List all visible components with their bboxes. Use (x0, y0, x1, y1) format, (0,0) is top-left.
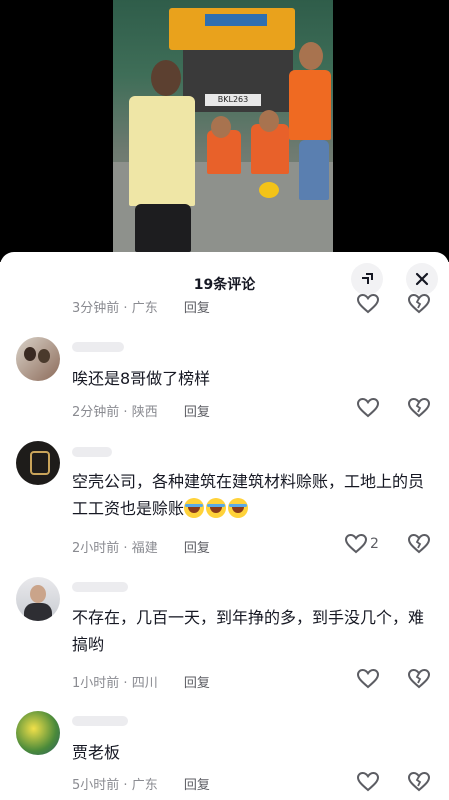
like-button[interactable] (357, 397, 379, 419)
heart-icon (357, 398, 379, 418)
worker-orange-vest (289, 70, 331, 140)
reply-button[interactable]: 回复 (184, 676, 210, 691)
comment-time: 2小时前 (72, 541, 120, 556)
comment-text: 贾老板 (72, 743, 121, 762)
license-plate: BKL263 (205, 94, 261, 106)
comment-text: 空壳公司，各种建筑在建筑材料赊账，工地上的员工工资也是赊账 (72, 468, 427, 522)
laughing-crying-emoji-icon (206, 498, 227, 518)
comment-location: 广东 (131, 301, 158, 316)
comment-time: 3分钟前 (72, 301, 120, 316)
comment-text: 不存在，几百一天，到年挣的多，到手没几个，难搞哟 (72, 608, 425, 654)
dislike-button[interactable] (408, 293, 430, 315)
comment-meta: 2小时前 · 福建 回复 (72, 541, 210, 556)
comment-time: 2分钟前 (72, 405, 120, 420)
reply-button[interactable]: 回复 (184, 778, 210, 793)
laughing-emoji-group (184, 498, 250, 518)
username-blurred[interactable] (72, 342, 124, 352)
heart-icon (357, 294, 379, 314)
dislike-button[interactable] (408, 533, 430, 555)
worker-yellow-shirt (129, 96, 195, 206)
comment-meta: 5小时前 · 广东 回复 (72, 778, 210, 793)
worker-head (259, 110, 279, 132)
comment-meta: 2分钟前 · 陕西 回复 (72, 405, 210, 420)
comment-location: 陕西 (131, 405, 158, 420)
like-button[interactable] (357, 293, 379, 315)
worker-head (211, 116, 231, 138)
comment-text: 唉还是8哥做了榜样 (72, 369, 211, 388)
avatar[interactable] (16, 711, 60, 755)
comment-location: 广东 (131, 778, 158, 793)
dislike-button[interactable] (408, 668, 430, 690)
crane-body (169, 8, 295, 50)
laughing-crying-emoji-icon (228, 498, 249, 518)
avatar[interactable] (16, 441, 60, 485)
hard-hat (259, 182, 279, 198)
dislike-button[interactable] (408, 397, 430, 419)
heart-icon (357, 669, 379, 689)
broken-heart-icon (408, 669, 430, 689)
dislike-button[interactable] (408, 771, 430, 793)
avatar[interactable] (16, 337, 60, 381)
reply-button[interactable]: 回复 (184, 541, 210, 556)
broken-heart-icon (408, 294, 430, 314)
broken-heart-icon (408, 534, 430, 554)
worker-head (299, 42, 323, 70)
comment-time: 1小时前 (72, 676, 120, 691)
like-button[interactable] (357, 668, 379, 690)
like-count: 2 (370, 536, 379, 552)
username-blurred[interactable] (72, 716, 128, 726)
like-button[interactable]: 2 (345, 533, 379, 555)
username-blurred[interactable] (72, 447, 112, 457)
worker-pants (135, 204, 191, 252)
comment-location: 福建 (131, 541, 158, 556)
heart-icon (357, 772, 379, 792)
worker-head (151, 60, 181, 96)
heart-icon (345, 534, 367, 554)
reply-button[interactable]: 回复 (184, 301, 210, 316)
reply-button[interactable]: 回复 (184, 405, 210, 420)
worker-jeans (299, 140, 329, 200)
collapse-button[interactable] (351, 263, 383, 295)
username-blurred[interactable] (72, 582, 128, 592)
laughing-crying-emoji-icon (184, 498, 205, 518)
comment-location: 四川 (131, 676, 158, 691)
comment-meta: 1小时前 · 四川 回复 (72, 676, 210, 691)
comment-sheet (0, 252, 449, 800)
truck-rear: BKL263 (183, 50, 293, 112)
broken-heart-icon (408, 398, 430, 418)
collapse-icon (362, 273, 373, 284)
close-icon (415, 272, 429, 286)
video-frame: BKL263 (113, 0, 333, 252)
comment-time: 5小时前 (72, 778, 120, 793)
broken-heart-icon (408, 772, 430, 792)
crane-sign (205, 14, 267, 26)
video-player[interactable]: BKL263 (0, 0, 449, 262)
avatar[interactable] (16, 577, 60, 621)
comment-meta: 3分钟前 · 广东 回复 (72, 301, 210, 316)
close-button[interactable] (406, 263, 438, 295)
like-button[interactable] (357, 771, 379, 793)
